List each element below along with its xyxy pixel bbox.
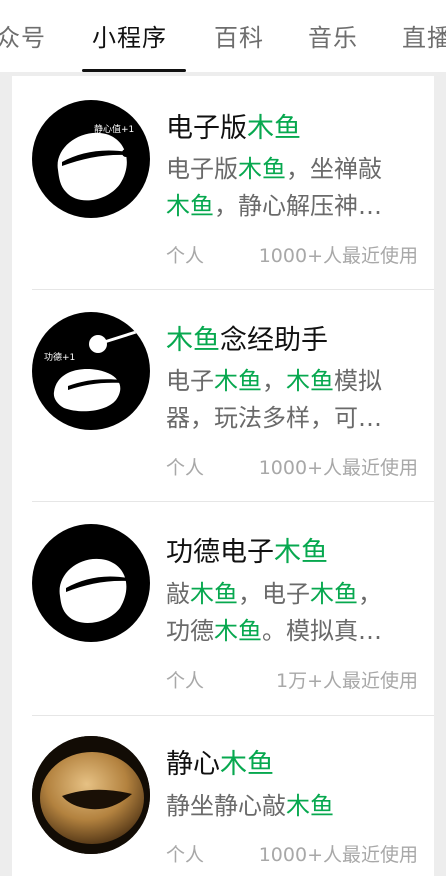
result-title: 功德电子木鱼 <box>166 537 328 568</box>
wooden-fish-icon <box>59 558 128 623</box>
app-logo <box>32 736 150 854</box>
logo-caption: 静心值+1 <box>94 125 135 135</box>
app-logo: 功德+1 <box>32 312 150 430</box>
result-title: 静心木鱼 <box>166 749 274 780</box>
tab-music[interactable]: 音乐 <box>308 18 358 53</box>
tab-mini-programs[interactable]: 小程序 <box>92 18 167 53</box>
result-item[interactable]: 静心值+1 电子版木鱼 电子版木鱼，坐禅敲 木鱼，静心解压神… 个人 1000+… <box>12 76 434 290</box>
wooden-fish-icon <box>57 132 130 201</box>
result-description: 电子版木鱼，坐禅敲 木鱼，静心解压神… <box>166 155 382 220</box>
usage-count: 1000+人最近使用 <box>258 844 418 866</box>
result-description: 敲木鱼，电子木鱼， 功德木鱼。模拟真… <box>166 580 382 645</box>
tab-live[interactable]: 直播 <box>402 18 446 53</box>
tab-official-accounts[interactable]: 众号 <box>0 18 46 53</box>
result-title: 电子版木鱼 <box>166 113 301 144</box>
result-title: 木鱼念经助手 <box>166 325 328 356</box>
app-logo <box>32 524 150 642</box>
usage-count: 1000+人最近使用 <box>258 245 418 267</box>
usage-count: 1000+人最近使用 <box>258 457 418 479</box>
results-list: 静心值+1 电子版木鱼 电子版木鱼，坐禅敲 木鱼，静心解压神… 个人 1000+… <box>12 76 434 876</box>
account-type: 个人 <box>166 457 205 479</box>
logo-caption: 功德+1 <box>44 353 76 363</box>
app-logo: 静心值+1 <box>32 100 150 218</box>
result-description: 静坐静心敲木鱼 <box>166 792 334 820</box>
tab-encyclopedia[interactable]: 百科 <box>214 18 264 53</box>
wooden-fish-photo-icon <box>32 736 150 854</box>
usage-count: 1万+人最近使用 <box>275 670 418 692</box>
result-item[interactable]: 功德+1 木鱼念经助手 电子木鱼，木鱼模拟 器，玩法多样，可… 个人 1000+… <box>12 290 434 502</box>
account-type: 个人 <box>166 844 205 866</box>
search-tab-bar: 众号 小程序 百科 音乐 直播 <box>0 0 446 72</box>
account-type: 个人 <box>166 245 205 267</box>
result-item[interactable]: 功德电子木鱼 敲木鱼，电子木鱼， 功德木鱼。模拟真… 个人 1万+人最近使用 <box>12 502 434 716</box>
active-tab-indicator <box>82 69 186 72</box>
result-item[interactable]: 静心木鱼 静坐静心敲木鱼 个人 1000+人最近使用 <box>12 716 434 876</box>
wooden-fish-icon <box>53 330 137 412</box>
account-type: 个人 <box>166 670 205 692</box>
result-description: 电子木鱼，木鱼模拟 器，玩法多样，可… <box>166 367 382 432</box>
